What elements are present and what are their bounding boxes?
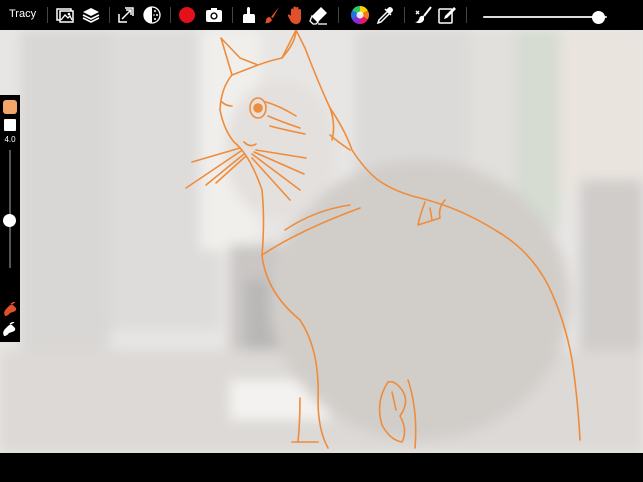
opacity-slider-thumb[interactable]: [591, 11, 605, 24]
camera-button[interactable]: [204, 5, 224, 25]
app-title: Tracy: [9, 8, 37, 20]
camera-icon: [206, 8, 222, 22]
edit-button[interactable]: [437, 5, 457, 25]
brush-icon: [264, 7, 279, 24]
brush-button[interactable]: [262, 5, 282, 25]
layers-button[interactable]: [81, 5, 101, 25]
canvas-artwork: [0, 30, 643, 453]
toolbar-divider: [338, 7, 339, 23]
record-button[interactable]: [177, 5, 197, 25]
smudge-tool-button[interactable]: [1, 322, 19, 338]
drawing-canvas[interactable]: [0, 30, 643, 453]
eyedropper-icon: [376, 7, 393, 25]
hand-button[interactable]: [286, 5, 306, 25]
smudge-button[interactable]: [239, 5, 259, 25]
color-wheel-button[interactable]: [350, 5, 370, 25]
image-button[interactable]: [55, 5, 75, 25]
toolbar-divider: [232, 7, 233, 23]
toolbar-divider: [109, 7, 110, 23]
edit-icon: [438, 7, 456, 24]
toolbar-divider: [466, 7, 467, 23]
eraser-button[interactable]: [309, 5, 329, 25]
bottom-bar: [0, 453, 643, 482]
eraser-icon: [309, 7, 327, 25]
image-icon: [56, 8, 74, 23]
smudge-hand-icon: [3, 322, 16, 336]
opacity-button[interactable]: [142, 5, 162, 25]
primary-color-swatch[interactable]: [3, 100, 17, 114]
clear-icon: [415, 6, 432, 24]
brush-tool-button[interactable]: [1, 302, 19, 318]
toolbar-divider: [47, 7, 48, 23]
transform-button[interactable]: [116, 5, 136, 25]
brush-size-slider-track[interactable]: [9, 150, 11, 268]
record-icon: [179, 7, 195, 23]
opacity-slider-track[interactable]: [483, 16, 607, 18]
smudge-icon: [243, 7, 255, 23]
toolbar-divider: [404, 7, 405, 23]
brush-hand-icon: [4, 302, 17, 316]
top-toolbar: Tracy: [0, 0, 643, 30]
secondary-color-swatch[interactable]: [4, 119, 16, 131]
toolbar-divider: [170, 7, 171, 23]
eyedropper-button[interactable]: [375, 5, 395, 25]
side-panel: 4.0: [0, 95, 20, 342]
layers-icon: [82, 8, 100, 23]
color-wheel-icon: [350, 5, 370, 25]
clear-button[interactable]: [413, 5, 433, 25]
brush-size-slider-thumb[interactable]: [3, 214, 16, 228]
transform-icon: [118, 7, 134, 23]
opacity-icon: [143, 6, 161, 24]
brush-size-label: 4.0: [4, 135, 16, 144]
hand-icon: [287, 6, 301, 24]
